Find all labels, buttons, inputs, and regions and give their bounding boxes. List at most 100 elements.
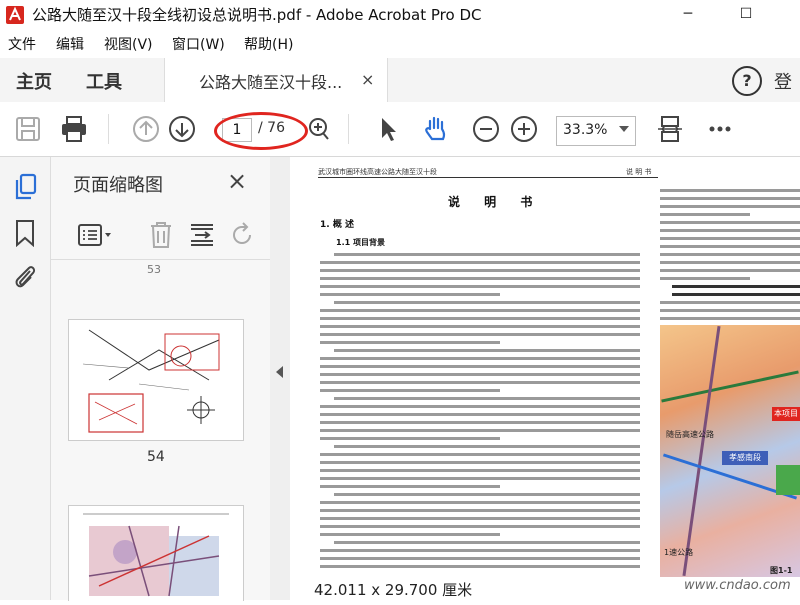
text-line	[672, 285, 800, 288]
panel-toolbar	[51, 209, 270, 260]
map-section-label: 孝感南段	[722, 451, 768, 465]
select-cursor-icon[interactable]	[374, 115, 402, 143]
minimize-button[interactable]: ─	[666, 2, 710, 26]
navigation-rail	[0, 157, 51, 600]
text-line	[334, 493, 640, 496]
save-icon[interactable]	[14, 115, 42, 143]
attachment-icon[interactable]	[12, 261, 38, 291]
text-line	[320, 293, 500, 296]
menu-help[interactable]: 帮助(H)	[244, 34, 293, 54]
page-thumbnail-54[interactable]	[68, 319, 244, 441]
text-line	[320, 333, 640, 336]
map-road	[661, 370, 799, 403]
thumbnail-drawing	[82, 329, 220, 433]
menu-file[interactable]: 文件	[8, 34, 36, 54]
text-line	[334, 397, 640, 400]
page-thumbnails-icon[interactable]	[13, 173, 39, 201]
bookmark-icon[interactable]	[14, 219, 36, 247]
map-road	[682, 326, 721, 576]
text-line	[660, 261, 800, 264]
panel-splitter[interactable]	[270, 157, 290, 600]
document-title: 说 明 书	[448, 195, 543, 209]
text-line	[660, 213, 750, 216]
close-tab-icon[interactable]: ×	[361, 70, 374, 89]
next-page-icon[interactable]	[168, 115, 196, 143]
map-project-label: 本项目	[772, 407, 800, 421]
text-line	[320, 277, 640, 280]
collapse-panel-icon[interactable]	[276, 366, 283, 378]
section-heading: 1. 概 述	[320, 220, 354, 230]
text-line	[320, 413, 640, 416]
text-line	[334, 541, 640, 544]
sign-in-button[interactable]: 登	[774, 68, 792, 94]
tab-home[interactable]: 主页	[16, 68, 52, 94]
options-menu-icon[interactable]	[77, 223, 115, 247]
map-road-label: 随岳高速公路	[666, 430, 714, 439]
text-line	[320, 477, 640, 480]
window-title: 公路大随至汉十段全线初设总说明书.pdf - Adobe Acrobat Pro…	[32, 6, 482, 24]
subsection-heading: 1.1 项目背景	[336, 238, 385, 247]
zoom-value: 33.3%	[563, 122, 608, 138]
document-view[interactable]: 武汉城市圈环线高速公路大随至汉十段 说 明 书 说 明 书 1. 概 述 1.1…	[290, 157, 800, 577]
tab-bar: 主页 工具 公路大随至汉十段... × ? 登	[0, 58, 800, 103]
text-line	[660, 269, 800, 272]
tab-tools[interactable]: 工具	[86, 68, 122, 94]
watermark: www.cndao.com	[684, 578, 791, 593]
text-line	[320, 381, 640, 384]
menu-window[interactable]: 窗口(W)	[172, 34, 225, 54]
text-line	[660, 205, 800, 208]
hand-tool-icon[interactable]	[422, 115, 450, 143]
delete-page-icon[interactable]	[149, 221, 173, 249]
text-line	[660, 237, 800, 240]
text-line	[320, 341, 500, 344]
text-line	[320, 437, 500, 440]
page-thumbnail-55[interactable]	[68, 505, 244, 601]
text-line	[320, 509, 640, 512]
text-line	[660, 309, 800, 312]
insert-page-icon[interactable]	[189, 221, 215, 249]
text-line	[320, 469, 640, 472]
maximize-button[interactable]: ☐	[724, 2, 768, 26]
acrobat-logo-icon	[6, 6, 24, 24]
text-line	[320, 373, 640, 376]
chevron-down-icon	[619, 126, 629, 132]
text-line	[320, 309, 640, 312]
map-bottom-label: 1速公路	[664, 548, 694, 557]
text-line	[660, 197, 800, 200]
text-line	[320, 429, 640, 432]
menu-view[interactable]: 视图(V)	[104, 34, 153, 54]
text-line	[660, 221, 800, 224]
help-icon[interactable]: ?	[732, 66, 762, 96]
rotate-page-icon[interactable]	[229, 221, 255, 249]
panel-title: 页面缩略图	[73, 175, 163, 196]
route-map: 本项目 孝感南段 随岳高速公路 1速公路 图1-1	[660, 325, 800, 577]
page-fit-icon[interactable]	[656, 115, 684, 143]
text-line	[320, 501, 640, 504]
text-line	[320, 525, 640, 528]
menu-edit[interactable]: 编辑	[56, 34, 84, 54]
text-line	[660, 277, 750, 280]
text-line	[660, 301, 800, 304]
text-line	[320, 421, 640, 424]
text-line	[660, 229, 800, 232]
text-line	[320, 285, 640, 288]
text-line	[320, 565, 640, 568]
close-panel-icon[interactable]: ×	[227, 167, 247, 195]
text-line	[320, 485, 500, 488]
text-line	[320, 517, 640, 520]
text-line	[320, 533, 500, 536]
text-line	[320, 357, 640, 360]
text-line	[320, 461, 640, 464]
previous-page-icon[interactable]	[132, 115, 160, 143]
text-line	[672, 293, 800, 296]
text-line	[334, 253, 640, 256]
zoom-out-icon[interactable]	[472, 115, 500, 143]
zoom-in-icon[interactable]	[510, 115, 538, 143]
more-options-icon[interactable]	[706, 115, 734, 143]
text-line	[320, 317, 640, 320]
zoom-marquee-icon[interactable]	[304, 115, 332, 143]
zoom-select[interactable]: 33.3%	[556, 116, 636, 146]
print-icon[interactable]	[60, 115, 88, 143]
tab-document[interactable]: 公路大随至汉十段... ×	[164, 58, 388, 102]
text-line	[660, 317, 800, 320]
